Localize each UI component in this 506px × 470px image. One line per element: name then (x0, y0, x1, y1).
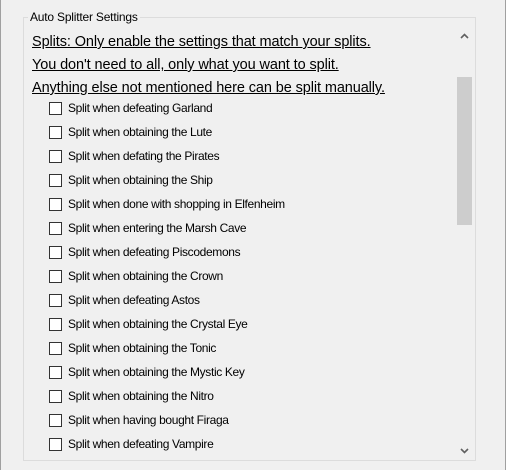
option-defeat-vampire[interactable]: Split when defeating Vampire (49, 432, 285, 456)
option-enter-marsh-cave[interactable]: Split when entering the Marsh Cave (49, 216, 285, 240)
checkbox[interactable] (49, 173, 62, 187)
option-label[interactable]: Split when obtaining the Nitro (68, 389, 214, 404)
option-defeat-piscodemons[interactable]: Split when defeating Piscodemons (49, 240, 285, 264)
note-splits: Splits: Only enable the settings that ma… (32, 34, 371, 50)
option-label[interactable]: Split when defeating Piscodemons (68, 245, 241, 260)
checkbox[interactable] (49, 221, 62, 235)
checkbox[interactable] (49, 125, 62, 139)
option-label[interactable]: Split when obtaining the Ship (68, 173, 213, 188)
checkbox[interactable] (49, 149, 62, 163)
chevron-down-icon[interactable] (456, 442, 473, 459)
option-obtain-tonic[interactable]: Split when obtaining the Tonic (49, 336, 285, 360)
scrollbar-thumb[interactable] (457, 77, 472, 225)
option-obtain-crown[interactable]: Split when obtaining the Crown (49, 264, 285, 288)
checkbox[interactable] (49, 365, 62, 379)
option-shopping-elfenheim[interactable]: Split when done with shopping in Elfenhe… (49, 192, 285, 216)
checkbox[interactable] (49, 197, 62, 211)
option-label[interactable]: Split when done with shopping in Elfenhe… (68, 197, 285, 212)
window-left-edge (0, 0, 1, 470)
option-obtain-ship[interactable]: Split when obtaining the Ship (49, 168, 285, 192)
option-obtain-mystic-key[interactable]: Split when obtaining the Mystic Key (49, 360, 285, 384)
option-defeat-garland[interactable]: Split when defeating Garland (49, 96, 285, 120)
checkbox[interactable] (49, 317, 62, 331)
checkbox[interactable] (49, 389, 62, 403)
option-defeat-astos[interactable]: Split when defeating Astos (49, 288, 285, 312)
chevron-up-icon[interactable] (456, 28, 473, 45)
option-label[interactable]: Split when defeating Garland (68, 101, 213, 116)
option-label[interactable]: Split when obtaining the Lute (68, 125, 212, 140)
checkbox[interactable] (49, 341, 62, 355)
checkbox[interactable] (49, 245, 62, 259)
vertical-scrollbar[interactable] (456, 26, 473, 460)
option-obtain-crystal-eye[interactable]: Split when obtaining the Crystal Eye (49, 312, 285, 336)
checkbox[interactable] (49, 413, 62, 427)
option-label[interactable]: Split when having bought Firaga (68, 413, 229, 428)
option-obtain-lute[interactable]: Split when obtaining the Lute (49, 120, 285, 144)
notes-section: Splits: Only enable the settings that ma… (32, 31, 385, 100)
option-label[interactable]: Split when obtaining the Crown (68, 269, 223, 284)
option-defeat-pirates[interactable]: Split when defating the Pirates (49, 144, 285, 168)
option-label[interactable]: Split when obtaining the Tonic (68, 341, 216, 356)
option-label[interactable]: Split when obtaining the Crystal Eye (68, 317, 248, 332)
option-label[interactable]: Split when defeating Vampire (68, 437, 214, 452)
option-label[interactable]: Split when defating the Pirates (68, 149, 220, 164)
checkbox[interactable] (49, 101, 62, 115)
groupbox-title: Auto Splitter Settings (28, 10, 140, 25)
checkbox[interactable] (49, 269, 62, 283)
checkbox[interactable] (49, 293, 62, 307)
checkbox[interactable] (49, 437, 62, 451)
note-optional: You don't need to all, only what you wan… (32, 57, 339, 73)
split-options-list: Split when defeating Garland Split when … (49, 96, 285, 456)
option-label[interactable]: Split when defeating Astos (68, 293, 200, 308)
auto-splitter-settings-panel: Auto Splitter Settings Splits: Only enab… (0, 0, 506, 470)
option-bought-firaga[interactable]: Split when having bought Firaga (49, 408, 285, 432)
option-label[interactable]: Split when entering the Marsh Cave (68, 221, 247, 236)
option-label[interactable]: Split when obtaining the Mystic Key (68, 365, 245, 380)
option-obtain-nitro[interactable]: Split when obtaining the Nitro (49, 384, 285, 408)
